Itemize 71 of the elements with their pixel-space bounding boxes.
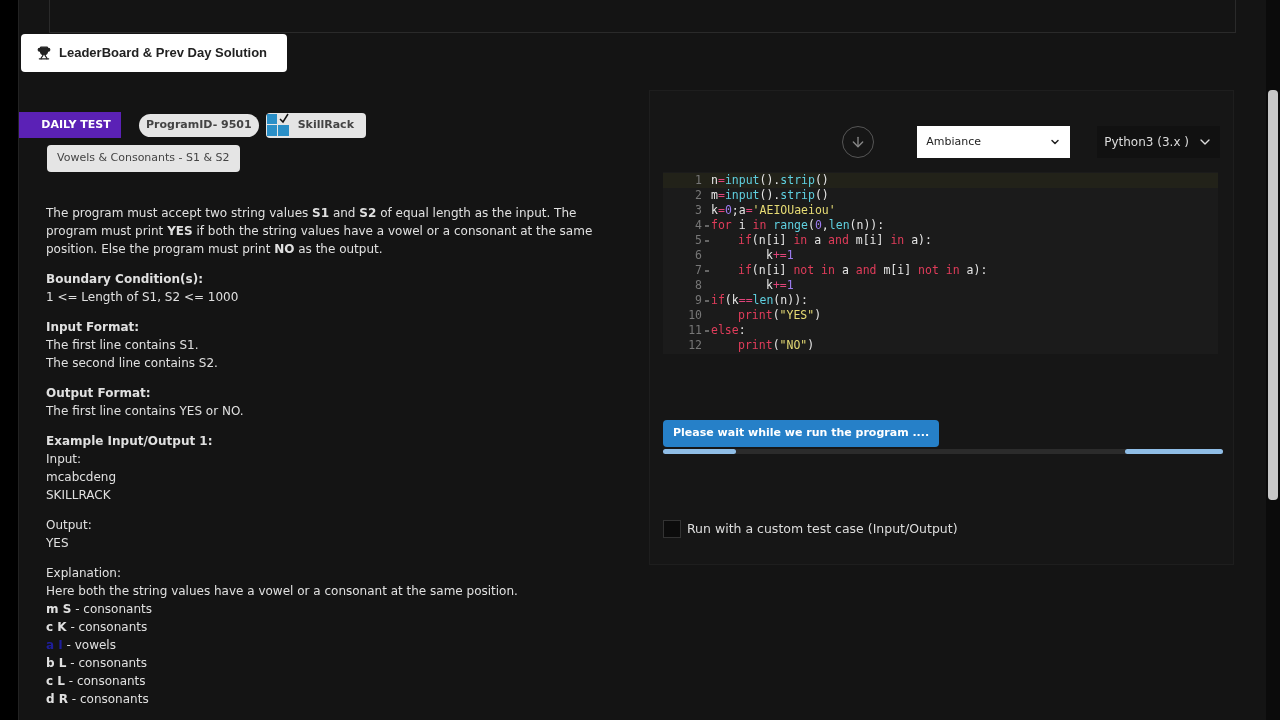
line-number: 7 [695, 263, 702, 278]
custom-test-label: Run with a custom test case (Input/Output) [687, 519, 958, 538]
section-heading: Output Format: [46, 384, 152, 402]
code-line: if(n[i] not in a and m[i] not in a): [737, 263, 988, 278]
section-heading: Example Input/Output 1: [46, 432, 214, 450]
section-line: Input: [46, 450, 83, 468]
letter-pair: c K [46, 618, 67, 636]
fold-icon[interactable] [704, 329, 709, 332]
fold-icon[interactable] [704, 299, 709, 302]
pair-type: - consonants [69, 654, 148, 672]
run-status-message: Please wait while we run the program .... [663, 420, 940, 447]
section-line: SKILLRACK [46, 486, 112, 504]
letter-pair: m S [46, 600, 72, 618]
line-number: 12 [688, 338, 702, 353]
letter-pair: a I [46, 636, 63, 654]
code-line: k+=1 [765, 278, 794, 293]
custom-test-checkbox[interactable] [663, 519, 681, 538]
line-number: 3 [695, 203, 702, 218]
line-number: 4 [695, 218, 702, 233]
fold-icon[interactable] [704, 224, 709, 227]
line-number: 10 [688, 308, 702, 323]
leaderboard-button[interactable]: LeaderBoard & Prev Day Solution [21, 34, 287, 72]
line-number: 5 [695, 233, 702, 248]
pair-type: - consonants [74, 600, 152, 618]
code-line: if(k==len(n)): [710, 293, 808, 308]
code-line: k+=1 [765, 248, 794, 263]
code-line: k=0;a='AEIOUaeiou' [710, 203, 836, 218]
line-number: 2 [695, 188, 702, 203]
scrollbar[interactable] [1268, 90, 1278, 500]
brand-name: SkillRack [297, 116, 354, 133]
section-heading: Boundary Condition(s): [46, 270, 204, 288]
letter-pair: d R [46, 690, 68, 708]
problem-description: The program must accept two string values S1 and S2 of equal length as the input. The program must print YES if both the string values have a vowel or a consonant at the same position. Else the program must print NO as the output. [46, 204, 594, 258]
pair-type: - consonants [67, 672, 146, 690]
section-line: YES [46, 534, 70, 552]
code-line: print("YES") [737, 308, 822, 323]
code-line: print("NO") [737, 338, 815, 353]
line-number: 9 [695, 293, 702, 308]
section-heading: Input Format: [46, 318, 141, 336]
section-line: The first line contains YES or NO. [46, 402, 245, 420]
section-line: mcabcdeng [46, 468, 118, 486]
line-number: 8 [695, 278, 702, 293]
code-line: if(n[i] in a and m[i] in a): [737, 233, 932, 248]
theme-select[interactable]: Ambiance [917, 126, 1071, 158]
code-line: n=input().strip() [710, 173, 829, 188]
section-line: The second line contains S2. [46, 354, 219, 372]
daily-test-ribbon: DAILY TEST [19, 112, 121, 138]
section-line: 1 <= Length of S1, S2 <= 1000 [46, 288, 240, 306]
letter-pair: c L [46, 672, 65, 690]
pair-type: - consonants [69, 618, 148, 636]
fold-icon[interactable] [704, 269, 709, 272]
code-line: else: [710, 323, 746, 338]
section-line: Output: [46, 516, 93, 534]
explanation-heading: Explanation: [46, 564, 122, 582]
language-select[interactable]: Python3 (3.x ) [1097, 126, 1220, 158]
fold-icon[interactable] [704, 239, 709, 242]
logo-icon [265, 113, 290, 137]
pair-type: - consonants [70, 690, 149, 708]
code-editor[interactable] [663, 172, 1218, 354]
pair-type: - vowels [65, 636, 116, 654]
letter-pair: b L [46, 654, 67, 672]
trophy-icon [37, 46, 51, 60]
code-line: m=input().strip() [710, 188, 829, 203]
problem-title: Vowels & Consonants - S1 & S2 [47, 145, 240, 172]
line-number: 1 [695, 173, 702, 188]
program-id-badge: ProgramID- 9501 [139, 113, 259, 137]
line-number: 11 [688, 323, 702, 338]
code-line: for i in range(0,len(n)): [710, 218, 885, 233]
explanation-text: Here both the string values have a vowel or a consonant at the same position. [46, 582, 519, 600]
line-number: 6 [695, 248, 702, 263]
section-line: The first line contains S1. [46, 336, 200, 354]
